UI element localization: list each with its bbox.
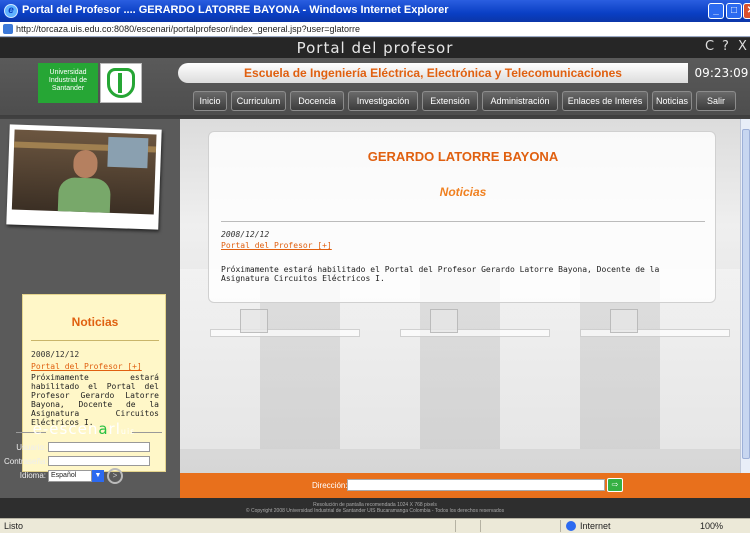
maximize-button[interactable]: □ — [726, 3, 742, 19]
left-column: Noticias 2008/12/12 Portal del Profesor … — [0, 119, 180, 518]
browser-window: e Portal del Profesor .... GERARDO LATOR… — [0, 0, 750, 533]
main-scrollbar[interactable] — [740, 119, 750, 473]
password-row: Contraseña: — [4, 456, 170, 468]
nav-inicio[interactable]: Inicio — [193, 91, 227, 111]
password-label: Contraseña: — [4, 457, 48, 466]
portal-title: Portal del profesor — [296, 39, 454, 57]
divider — [31, 340, 159, 341]
main-nav: Inicio Curriculum Docencia Investigación… — [0, 91, 750, 113]
status-text: Listo — [4, 521, 24, 531]
close-control[interactable]: X — [738, 39, 747, 54]
divider — [221, 221, 705, 222]
portal-top-strip: Portal del profesor C ? X — [0, 38, 750, 58]
footer-copyright: © Copyright 2008 Universidad Industrial … — [245, 508, 505, 514]
sidebar-news-link[interactable]: Portal del Profesor [+] — [31, 362, 142, 371]
background-desk — [210, 329, 360, 337]
status-pane — [560, 520, 561, 532]
login-go-button[interactable]: > — [107, 468, 123, 484]
address-entry-label: Dirección: — [312, 481, 348, 490]
nav-investigacion[interactable]: Investigación — [348, 91, 418, 111]
sidebar-news-title: Noticias — [71, 315, 119, 329]
refresh-control[interactable]: C — [705, 39, 714, 54]
username-label: Usuario: — [16, 443, 46, 452]
address-bar[interactable]: http://torcaza.uis.edu.co:8080/escenari/… — [0, 22, 750, 37]
page-icon — [3, 24, 13, 34]
sidebar-news-text: Próximamente estará habilitado el Portal… — [31, 373, 159, 427]
news-content-card: GERARDO LATORRE BAYONA Noticias 2008/12/… — [208, 131, 716, 303]
brand-suffix: rl — [108, 420, 121, 438]
news-text: Próximamente estará habilitado el Portal… — [221, 265, 660, 283]
professor-name: GERARDO LATORRE BAYONA — [367, 149, 559, 164]
address-go-button[interactable]: ⇨ — [607, 478, 623, 492]
main-content: GERARDO LATORRE BAYONA Noticias 2008/12/… — [180, 119, 750, 473]
username-input[interactable] — [48, 442, 150, 452]
nav-extension[interactable]: Extensión — [422, 91, 478, 111]
sidebar-news-date: 2008/12/12 — [31, 350, 80, 359]
status-pane — [455, 520, 456, 532]
chevron-down-icon[interactable]: ▼ — [92, 470, 104, 482]
professor-photo — [6, 124, 162, 230]
minimize-button[interactable]: _ — [708, 3, 724, 19]
nav-noticias[interactable]: Noticias — [652, 91, 692, 111]
scrollbar-thumb[interactable] — [742, 129, 750, 459]
web-page: Portal del profesor C ? X Universidad In… — [0, 38, 750, 518]
school-name: Escuela de Ingeniería Eléctrica, Electró… — [178, 63, 688, 83]
page-footer: Resolución de pantalla recomendada 1024 … — [0, 498, 750, 518]
background-monitor — [240, 309, 268, 333]
brand-prefix: e-escen — [32, 420, 99, 438]
status-bar: Listo Internet 100% — [0, 518, 750, 533]
background-desk — [580, 329, 730, 337]
nav-administracion[interactable]: Administración — [482, 91, 558, 111]
address-entry-input[interactable] — [347, 479, 605, 491]
nav-docencia[interactable]: Docencia — [290, 91, 344, 111]
escenarl-logo: e-escenarluis — [4, 420, 164, 438]
internet-zone-icon — [566, 521, 576, 531]
window-title: Portal del Profesor .... GERARDO LATORRE… — [22, 4, 449, 16]
login-panel: e-escenarluis Usuario: Contraseña: Idiom… — [4, 420, 170, 506]
help-control[interactable]: ? — [722, 39, 729, 54]
news-link[interactable]: Portal del Profesor [+] — [221, 241, 332, 250]
background-desk — [400, 329, 550, 337]
nav-enlaces[interactable]: Enlaces de Interés — [562, 91, 648, 111]
password-input[interactable] — [48, 456, 150, 466]
close-button[interactable]: ✕ — [743, 3, 750, 19]
internet-explorer-icon: e — [4, 4, 18, 18]
brand-accent: a — [98, 420, 109, 438]
news-date: 2008/12/12 — [221, 230, 270, 239]
security-zone: Internet — [580, 521, 611, 531]
section-title: Noticias — [439, 185, 487, 199]
nav-curriculum[interactable]: Curriculum — [231, 91, 286, 111]
language-row: Idioma: Español ▼ > — [4, 468, 170, 484]
address-entry-bar: Dirección: ⇨ — [180, 473, 750, 498]
language-label: Idioma: — [19, 471, 46, 480]
nav-salir[interactable]: Salir — [696, 91, 736, 111]
url-text[interactable]: http://torcaza.uis.edu.co:8080/escenari/… — [16, 24, 360, 34]
language-select[interactable]: Español — [48, 470, 92, 482]
zoom-level[interactable]: 100% — [700, 521, 723, 531]
title-bar: e Portal del Profesor .... GERARDO LATOR… — [0, 0, 750, 22]
background-monitor — [610, 309, 638, 333]
clock: 09:23:09 — [694, 66, 749, 80]
background-monitor — [430, 309, 458, 333]
status-pane — [480, 520, 481, 532]
divider — [132, 432, 162, 433]
username-row: Usuario: — [4, 442, 170, 454]
